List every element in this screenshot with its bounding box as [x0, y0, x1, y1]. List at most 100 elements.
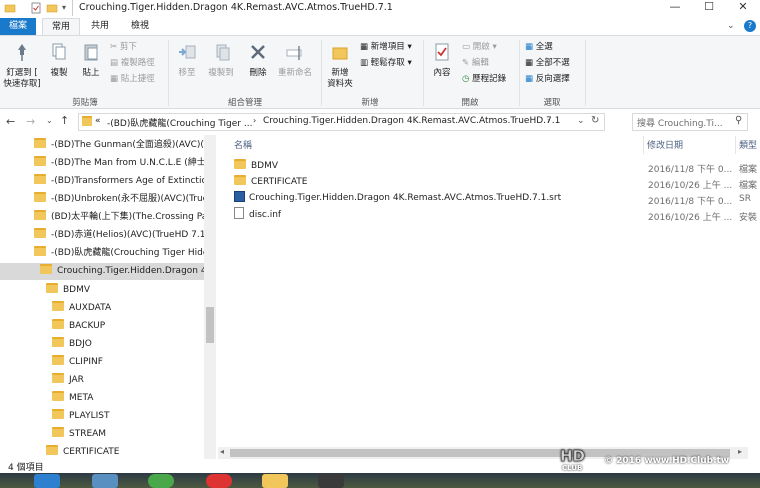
close-button[interactable]: ✕ [726, 0, 760, 16]
tab-home[interactable]: 常用 [42, 18, 80, 36]
move-to-button[interactable]: 移至 [173, 42, 201, 79]
tab-view[interactable]: 檢視 [122, 18, 158, 36]
refresh-icon[interactable]: ↻ [591, 115, 599, 126]
taskbar-app-icon[interactable] [92, 474, 118, 488]
taskbar-app-icon[interactable] [148, 474, 174, 488]
tree-item-label: PLAYLIST [69, 411, 110, 421]
copy-path-button[interactable]: ▤ 複製路徑 [110, 57, 155, 69]
select-all-button[interactable]: ▦ 全選 [525, 41, 553, 53]
folder-icon [34, 228, 46, 238]
chevron-right-icon[interactable]: › [547, 116, 550, 125]
paste-shortcut-label: 貼上捷徑 [120, 74, 155, 84]
open-button[interactable]: ▭ 開啟 ▾ [462, 41, 497, 53]
scrollbar-thumb[interactable] [206, 307, 214, 343]
taskbar-app-icon[interactable] [262, 474, 288, 488]
column-divider[interactable] [735, 136, 736, 154]
back-arrow-icon[interactable]: ← [6, 115, 15, 128]
tree-item[interactable]: -(BD)The Man from U.N.C.L.E (紳士密 [34, 155, 215, 172]
nav-scrollbar[interactable] [204, 135, 216, 459]
file-row[interactable]: BDMV [234, 159, 278, 175]
tree-item[interactable]: STREAM [52, 426, 106, 443]
chevron-down-icon[interactable]: ⌄ [577, 116, 585, 126]
tree-item[interactable]: META [52, 390, 93, 407]
tree-item[interactable]: BDJO [52, 336, 92, 353]
tree-item[interactable]: CLIPINF [52, 354, 103, 371]
tree-item-label: -(BD)The Gunman(全面追殺)(AVC)(Tr [51, 140, 212, 150]
address-bar[interactable]: « -(BD)臥虎藏龍(Crouching Tiger ... › Crouch… [78, 113, 605, 131]
window-title: Crouching.Tiger.Hidden.Dragon 4K.Remast.… [79, 2, 393, 13]
tab-file[interactable]: 檔案 [0, 18, 36, 36]
cut-button[interactable]: ✂ 剪下 [110, 41, 137, 53]
tree-item[interactable]: -(BD)臥虎藏龍(Crouching Tiger Hidd [34, 245, 209, 262]
tree-item-selected[interactable]: Crouching.Tiger.Hidden.Dragon 4K [0, 263, 213, 280]
copy-button[interactable]: 複製 [46, 42, 72, 79]
tree-item[interactable]: -(BD)Transformers Age of Extinction( [34, 173, 216, 190]
taskbar-app-icon[interactable] [34, 474, 60, 488]
search-icon[interactable]: ⚲ [735, 115, 742, 126]
tree-item[interactable]: -(BD)Unbroken(永不屈服)(AVC)(TrueH [34, 191, 215, 208]
new-folder-button[interactable]: 新增 資料夾 [325, 42, 355, 90]
tree-item[interactable]: -(BD)The Gunman(全面追殺)(AVC)(Tr [34, 137, 212, 154]
help-icon[interactable]: ? [744, 20, 756, 32]
paste-button[interactable]: 貼上 [78, 42, 104, 79]
tree-item[interactable]: -(BD)赤道(Helios)(AVC)(TrueHD 7.1)( [34, 227, 212, 244]
column-header-type[interactable]: 類型 [739, 138, 757, 151]
paste-shortcut-button[interactable]: ▦ 貼上捷徑 [110, 73, 155, 85]
new-group-label: 新增 [361, 98, 379, 108]
tree-item[interactable]: (BD)太平輪(上下集)(The.Crossing Part [34, 209, 214, 226]
folder-icon [34, 156, 46, 166]
tree-item[interactable]: AUXDATA [52, 300, 111, 317]
title-separator [72, 0, 73, 16]
maximize-button[interactable]: ☐ [692, 0, 726, 16]
copy-to-label: 複製到 [208, 68, 234, 78]
title-bar: ▾ Crouching.Tiger.Hidden.Dragon 4K.Remas… [0, 0, 760, 18]
tree-item[interactable]: CERTIFICATE [46, 444, 119, 459]
column-header-date[interactable]: 修改日期 [647, 138, 683, 151]
recent-locations-icon[interactable]: ⌄ [46, 116, 53, 125]
search-input[interactable]: 搜尋 Crouching.Ti... ⚲ [632, 113, 748, 131]
edit-button[interactable]: ✎ 編輯 [462, 57, 489, 69]
file-date: 2016/11/8 下午 0... [648, 165, 733, 175]
tree-item[interactable]: BDMV [46, 282, 90, 299]
group-separator [168, 40, 169, 106]
copy-path-label: 複製路徑 [120, 58, 155, 68]
file-name: disc.inf [249, 210, 282, 220]
file-date: 2016/11/8 下午 0... [648, 197, 733, 207]
file-row[interactable]: disc.inf [234, 207, 281, 223]
new-folder-qa-icon[interactable] [46, 2, 58, 14]
pin-quick-access-button[interactable]: 釘選到 [ 快速存取] [2, 42, 42, 90]
select-none-button[interactable]: ▦ 全部不選 [525, 57, 570, 69]
tree-item[interactable]: PLAYLIST [52, 408, 109, 425]
tab-share[interactable]: 共用 [85, 18, 115, 36]
breadcrumb-overflow[interactable]: « [95, 116, 101, 126]
breadcrumb-item[interactable]: Crouching.Tiger.Hidden.Dragon 4K.Remast.… [263, 116, 560, 126]
taskbar-app-icon[interactable] [318, 474, 344, 488]
easy-access-button[interactable]: ▥ 輕鬆存取 ▾ [360, 57, 412, 69]
taskbar-app-icon[interactable] [206, 474, 232, 488]
up-arrow-icon[interactable]: ↑ [60, 114, 69, 127]
rename-button[interactable]: 重新命名 [275, 42, 315, 79]
scroll-left-icon[interactable]: ◂ [220, 447, 224, 456]
file-row[interactable]: Crouching.Tiger.Hidden.Dragon 4K.Remast.… [234, 191, 561, 207]
breadcrumb-item[interactable]: -(BD)臥虎藏龍(Crouching Tiger ... [107, 116, 252, 129]
properties-qa-icon[interactable] [30, 2, 42, 14]
delete-button[interactable]: 刪除 [244, 42, 272, 79]
new-item-button[interactable]: ▦ 新增項目 ▾ [360, 41, 412, 53]
tree-item-label: BACKUP [69, 321, 106, 331]
properties-button[interactable]: 內容 [428, 42, 456, 79]
column-divider[interactable] [643, 136, 644, 154]
folder-icon [34, 210, 46, 220]
tree-item[interactable]: JAR [52, 372, 84, 389]
chevron-right-icon[interactable]: › [253, 116, 256, 125]
minimize-button[interactable]: — [658, 0, 692, 16]
copy-to-button[interactable]: 複製到 [204, 42, 238, 79]
collapse-ribbon-icon[interactable]: ⌄ [727, 21, 735, 31]
dropdown-icon: ▾ [489, 42, 497, 52]
column-header-name[interactable]: 名稱 [234, 138, 252, 151]
file-row[interactable]: CERTIFICATE [234, 175, 307, 191]
forward-arrow-icon[interactable]: → [26, 115, 35, 128]
invert-selection-button[interactable]: ▦ 反向選擇 [525, 73, 570, 85]
qa-dropdown-icon[interactable]: ▾ [62, 3, 66, 12]
history-button[interactable]: ◷ 歷程記錄 [462, 73, 506, 85]
tree-item[interactable]: BACKUP [52, 318, 105, 335]
